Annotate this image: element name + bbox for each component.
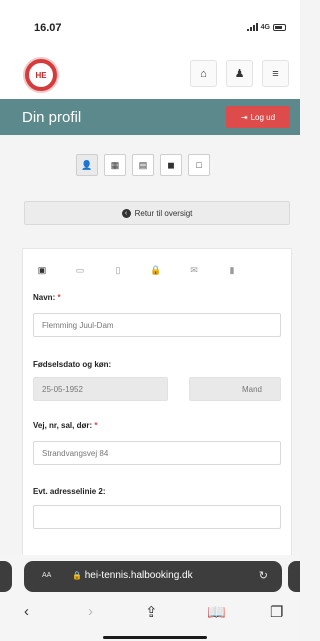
calendar-icon: ▦ <box>110 159 120 170</box>
birth-gender-label: Fødselsdato og køn: <box>33 360 112 369</box>
document-icon: ▯ <box>115 264 121 275</box>
tab-envelope[interactable]: ✉ <box>175 259 213 281</box>
page-title: Din profil <box>22 109 82 126</box>
browser-bar: AA 🔒 hei-tennis.halbooking.dk ↻ ‹ › ⇪ 📖 … <box>0 555 300 641</box>
lock-icon: 🔒 <box>150 264 162 275</box>
profile-form-card: ▣ ▭ ▯ 🔒 ✉ ▮ Navn: * Flemming Juul-Dam Fø… <box>22 248 292 588</box>
document-icon: □ <box>196 160 202 170</box>
club-logo[interactable]: HE <box>23 57 59 93</box>
birthdate-field: 25-05-1952 <box>33 377 168 401</box>
user-icon: 👤 <box>81 159 93 170</box>
street-value: Strandvangsvej 84 <box>42 448 109 458</box>
required-marker: * <box>94 421 98 430</box>
back-to-overview-button[interactable]: ‹ Retur til oversigt <box>24 201 290 225</box>
reload-icon[interactable]: ↻ <box>259 569 268 582</box>
name-label-text: Navn: <box>33 293 56 302</box>
lock-icon: 🔒 <box>72 571 82 580</box>
id-card-icon: ▣ <box>37 264 47 275</box>
tab-lock[interactable]: 🔒 <box>137 259 175 281</box>
title-bar: Din profil ⇥ Log ud <box>0 99 300 135</box>
street-field[interactable]: Strandvangsvej 84 <box>33 441 281 465</box>
user-button[interactable]: ♟ <box>226 60 253 87</box>
profile-toolbar: 👤 ▦ ▤ ◼ □ <box>76 154 210 176</box>
logo-inner: HE <box>29 63 53 87</box>
share-icon[interactable]: ⇪ <box>145 603 158 621</box>
back-arrow-icon[interactable]: ‹ <box>24 603 29 620</box>
envelope-icon: ✉ <box>190 264 198 275</box>
id-card-icon: ▤ <box>138 159 148 170</box>
logo-text: HE <box>35 70 47 80</box>
menu-icon: ≡ <box>272 67 279 80</box>
address2-field[interactable] <box>33 505 281 529</box>
name-label: Navn: * <box>33 293 61 302</box>
reader-options-button[interactable]: AA <box>42 572 51 579</box>
home-button[interactable]: ⌂ <box>190 60 217 87</box>
tab-address-card[interactable]: ▭ <box>61 259 99 281</box>
network-type: 4G <box>260 23 270 31</box>
next-tab-pill[interactable] <box>288 561 300 592</box>
address2-label: Evt. adresselinie 2: <box>33 487 106 496</box>
logout-button[interactable]: ⇥ Log ud <box>226 106 290 128</box>
toolbar-document-button[interactable]: □ <box>188 154 210 176</box>
toolbar-id-card-button[interactable]: ▤ <box>132 154 154 176</box>
signal-icon <box>246 23 258 31</box>
gender-value: Mand <box>241 384 262 394</box>
bookmarks-icon[interactable]: 📖 <box>207 603 226 621</box>
back-label: Retur til oversigt <box>134 208 193 218</box>
previous-tab-pill[interactable] <box>0 561 12 592</box>
birthdate-value: 25-05-1952 <box>42 384 83 394</box>
forward-arrow-icon[interactable]: › <box>88 603 93 620</box>
url-text: 🔒 hei-tennis.halbooking.dk <box>72 570 193 581</box>
name-value: Flemming Juul-Dam <box>42 320 114 330</box>
required-marker: * <box>57 293 61 302</box>
battery-icon <box>273 23 286 31</box>
gender-field: Mand <box>189 377 281 401</box>
home-icon: ⌂ <box>200 67 207 80</box>
toolbar-file-button[interactable]: ◼ <box>160 154 182 176</box>
profile-tabs: ▣ ▭ ▯ 🔒 ✉ ▮ <box>23 259 291 281</box>
file-icon: ▮ <box>229 264 235 275</box>
toolbar-calendar-button[interactable]: ▦ <box>104 154 126 176</box>
menu-button[interactable]: ≡ <box>262 60 289 87</box>
address-card-icon: ▭ <box>75 264 85 275</box>
logout-label: Log ud <box>250 112 276 122</box>
home-indicator <box>103 636 207 639</box>
sign-out-icon: ⇥ <box>240 112 248 122</box>
status-time: 16.07 <box>34 22 62 34</box>
street-label: Vej, nr, sal, dør: * <box>33 421 98 430</box>
user-icon: ♟ <box>234 68 245 80</box>
status-indicators: 4G <box>246 23 286 31</box>
toolbar-user-button[interactable]: 👤 <box>76 154 98 176</box>
tab-id-card[interactable]: ▣ <box>23 259 61 281</box>
app-header: HE ⌂ ♟ ≡ <box>0 52 300 99</box>
address-bar[interactable]: AA 🔒 hei-tennis.halbooking.dk ↻ <box>24 561 282 592</box>
street-label-text: Vej, nr, sal, dør: <box>33 421 93 430</box>
tabs-icon[interactable]: ❐ <box>270 603 283 621</box>
arrow-left-circle-icon: ‹ <box>121 208 131 218</box>
tab-file[interactable]: ▮ <box>213 259 251 281</box>
status-bar: 16.07 4G <box>0 0 300 52</box>
name-field[interactable]: Flemming Juul-Dam <box>33 313 281 337</box>
tab-document[interactable]: ▯ <box>99 259 137 281</box>
url-value: hei-tennis.halbooking.dk <box>84 570 193 581</box>
file-icon: ◼ <box>167 159 175 170</box>
